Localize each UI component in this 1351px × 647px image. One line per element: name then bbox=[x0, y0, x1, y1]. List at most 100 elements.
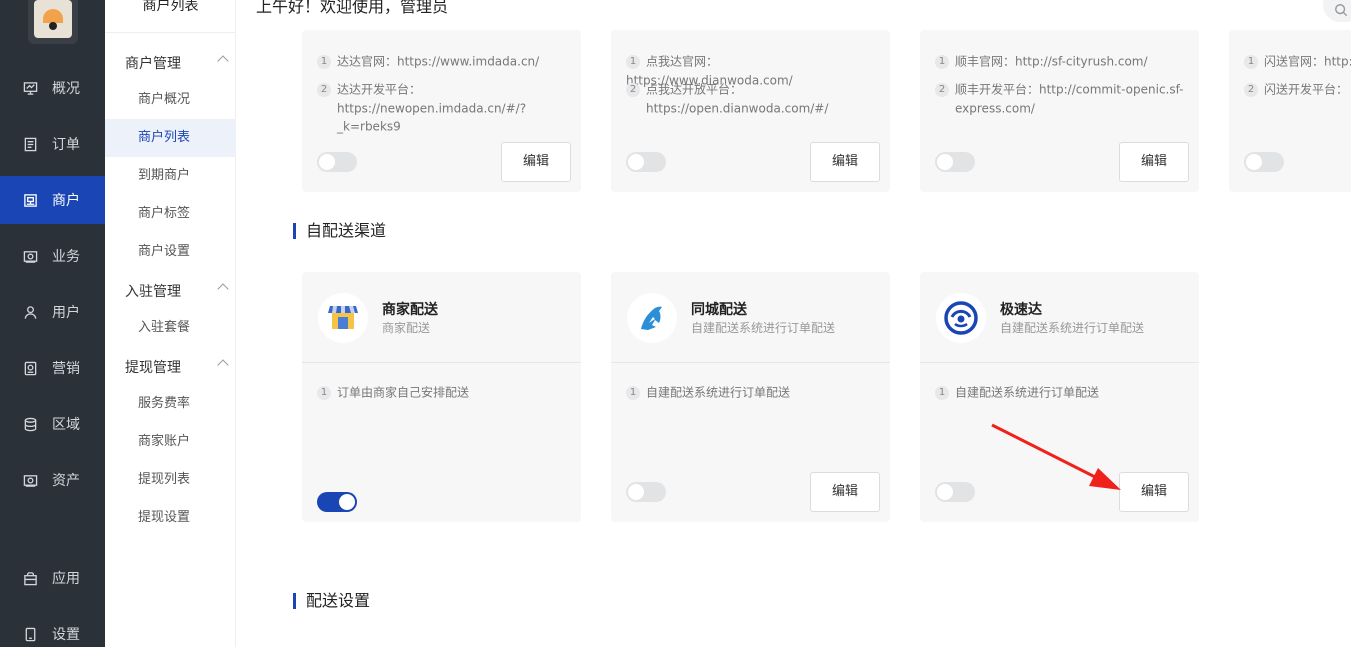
channel-desc: 自建配送系统进行订单配送 bbox=[691, 321, 836, 335]
nav-item-business[interactable]: 业务 bbox=[0, 232, 105, 280]
nav-item-marketing[interactable]: 营销 bbox=[0, 344, 105, 392]
bag-icon bbox=[22, 570, 38, 586]
logo-mark bbox=[34, 0, 72, 38]
channel-name: 同城配送 bbox=[691, 302, 747, 318]
subnav-group-onboarding[interactable]: 入驻管理 bbox=[125, 281, 229, 301]
sub-nav: 商户列表 商户管理 商户概况 商户列表 到期商户 商户标签 商户设置 入驻管理 … bbox=[105, 0, 236, 647]
subnav-item-withdraw-settings[interactable]: 提现设置 bbox=[105, 499, 236, 537]
list-item: 2 点我达开放平台： https://open.dianwoda.com/#/ bbox=[626, 80, 875, 117]
list-item: 1 订单由商家自己安排配送 bbox=[317, 383, 566, 402]
nav-item-assets[interactable]: 资产 bbox=[0, 456, 105, 504]
list-item: 1 闪送官网：http: bbox=[1244, 52, 1351, 71]
enable-toggle[interactable] bbox=[935, 482, 975, 502]
list-item: 1 自建配送系统进行订单配送 bbox=[626, 383, 875, 402]
list-item: 1 自建配送系统进行订单配送 bbox=[935, 383, 1184, 402]
card-header: 商家配送 商家配送 bbox=[302, 272, 581, 363]
business-icon bbox=[22, 248, 38, 264]
list-item: 2 达达开发平台： https://newopen.imdada.cn/#/?_k=… bbox=[317, 80, 566, 136]
subnav-group-withdraw[interactable]: 提现管理 bbox=[125, 357, 229, 377]
marketing-icon bbox=[22, 360, 38, 376]
subnav-item-withdraw-list[interactable]: 提现列表 bbox=[105, 461, 236, 499]
list-item: 1 顺丰官网：http://sf-cityrush.com/ bbox=[935, 52, 1184, 71]
group-label: 商户管理 bbox=[125, 56, 181, 72]
nav-item-users[interactable]: 用户 bbox=[0, 288, 105, 336]
search-icon bbox=[1335, 4, 1348, 17]
channel-desc: 商家配送 bbox=[382, 321, 431, 335]
chevron-up-icon bbox=[217, 55, 229, 67]
group-label: 入驻管理 bbox=[125, 284, 181, 300]
nav-item-regions[interactable]: 区域 bbox=[0, 400, 105, 448]
search-button[interactable] bbox=[1323, 0, 1351, 22]
card-header: 同城配送 自建配送系统进行订单配送 bbox=[611, 272, 890, 363]
app-logo[interactable] bbox=[28, 0, 78, 44]
delivery-card-dada: 1 达达官网：https://www.imdada.cn/ 2 达达开发平台： htt… bbox=[302, 30, 581, 192]
horse-logo-icon bbox=[627, 293, 677, 343]
nav-item-orders[interactable]: 订单 bbox=[0, 120, 105, 168]
section-title-self-delivery: 自配送渠道 bbox=[293, 223, 386, 239]
enable-toggle[interactable] bbox=[626, 152, 666, 172]
enable-toggle[interactable] bbox=[935, 152, 975, 172]
list-item: 1 达达官网：https://www.imdada.cn/ bbox=[317, 52, 566, 71]
self-delivery-card-merchant: 商家配送 商家配送 1 订单由商家自己安排配送 bbox=[302, 272, 581, 522]
subnav-item-overview[interactable]: 商户概况 bbox=[105, 81, 236, 119]
asset-icon bbox=[22, 472, 38, 488]
list-item: 2 顺丰开发平台：http://commit-openic.sf-express.… bbox=[935, 80, 1184, 117]
logo-dot bbox=[49, 22, 57, 30]
nav-label: 概况 bbox=[52, 81, 80, 97]
nav-item-settings[interactable]: 设置 bbox=[0, 610, 105, 647]
shop-icon bbox=[318, 293, 368, 343]
annotation-arrow-icon bbox=[991, 423, 1121, 490]
group-label: 提现管理 bbox=[125, 360, 181, 376]
nav-label: 业务 bbox=[52, 249, 80, 265]
subnav-item-settings[interactable]: 商户设置 bbox=[105, 233, 236, 271]
document-icon bbox=[22, 136, 38, 152]
enable-toggle[interactable] bbox=[317, 152, 357, 172]
database-icon bbox=[22, 416, 38, 432]
nav-label: 用户 bbox=[52, 305, 80, 321]
channel-desc: 自建配送系统进行订单配送 bbox=[1000, 321, 1145, 335]
subnav-title: 商户列表 bbox=[105, 0, 236, 33]
subnav-group-merchant-mgmt[interactable]: 商户管理 bbox=[125, 53, 229, 73]
logo-dome bbox=[43, 9, 63, 23]
greeting-text: 上午好！欢迎使用，管理员 bbox=[256, 0, 449, 16]
delivery-card-shansong: 1 闪送官网：http: 2 闪送开发平台： bbox=[1229, 30, 1351, 192]
subnav-item-tags[interactable]: 商户标签 bbox=[105, 195, 236, 233]
subnav-item-fee-rate[interactable]: 服务费率 bbox=[105, 385, 236, 423]
card-header: 极速达 自建配送系统进行订单配送 bbox=[920, 272, 1199, 363]
enable-toggle[interactable] bbox=[1244, 152, 1284, 172]
store-icon bbox=[22, 192, 38, 208]
nav-label: 资产 bbox=[52, 473, 80, 489]
list-item: 2 闪送开发平台： bbox=[1244, 80, 1348, 99]
subnav-item-expired[interactable]: 到期商户 bbox=[105, 157, 236, 195]
nav-label: 设置 bbox=[52, 627, 80, 643]
enable-toggle[interactable] bbox=[317, 492, 357, 512]
channel-name: 商家配送 bbox=[382, 302, 438, 318]
nav-item-overview[interactable]: 概况 bbox=[0, 64, 105, 112]
main-nav: 概况 订单 商户 业务 用户 营销 区域 资产 应用 设置 bbox=[0, 0, 105, 647]
delivery-card-dianwoda: 1 点我达官网：https://www.dianwoda.com/ 2 点我达开放平… bbox=[611, 30, 890, 192]
nav-label: 营销 bbox=[52, 361, 80, 377]
edit-button[interactable]: 编辑 bbox=[810, 472, 880, 512]
edit-button[interactable]: 编辑 bbox=[810, 142, 880, 182]
phone-icon bbox=[22, 626, 38, 642]
edit-button[interactable]: 编辑 bbox=[501, 142, 571, 182]
channel-name: 极速达 bbox=[1000, 302, 1042, 318]
express-logo-icon bbox=[936, 293, 986, 343]
nav-item-apps[interactable]: 应用 bbox=[0, 554, 105, 602]
nav-label: 应用 bbox=[52, 571, 80, 587]
subnav-item-accounts[interactable]: 商家账户 bbox=[105, 423, 236, 461]
subnav-item-packages[interactable]: 入驻套餐 bbox=[105, 309, 236, 347]
nav-label: 订单 bbox=[52, 137, 80, 153]
chevron-up-icon bbox=[217, 359, 229, 371]
chart-icon bbox=[22, 80, 38, 96]
subnav-item-merchant-list[interactable]: 商户列表 bbox=[105, 119, 236, 157]
nav-item-merchants[interactable]: 商户 bbox=[0, 176, 105, 224]
edit-button[interactable]: 编辑 bbox=[1119, 142, 1189, 182]
nav-label: 区域 bbox=[52, 417, 80, 433]
nav-label: 商户 bbox=[52, 193, 80, 209]
chevron-up-icon bbox=[217, 283, 229, 295]
self-delivery-card-local: 同城配送 自建配送系统进行订单配送 1 自建配送系统进行订单配送 编辑 bbox=[611, 272, 890, 522]
delivery-card-shunfeng: 1 顺丰官网：http://sf-cityrush.com/ 2 顺丰开发平台：ht… bbox=[920, 30, 1199, 192]
enable-toggle[interactable] bbox=[626, 482, 666, 502]
section-title-delivery-settings: 配送设置 bbox=[293, 593, 370, 609]
